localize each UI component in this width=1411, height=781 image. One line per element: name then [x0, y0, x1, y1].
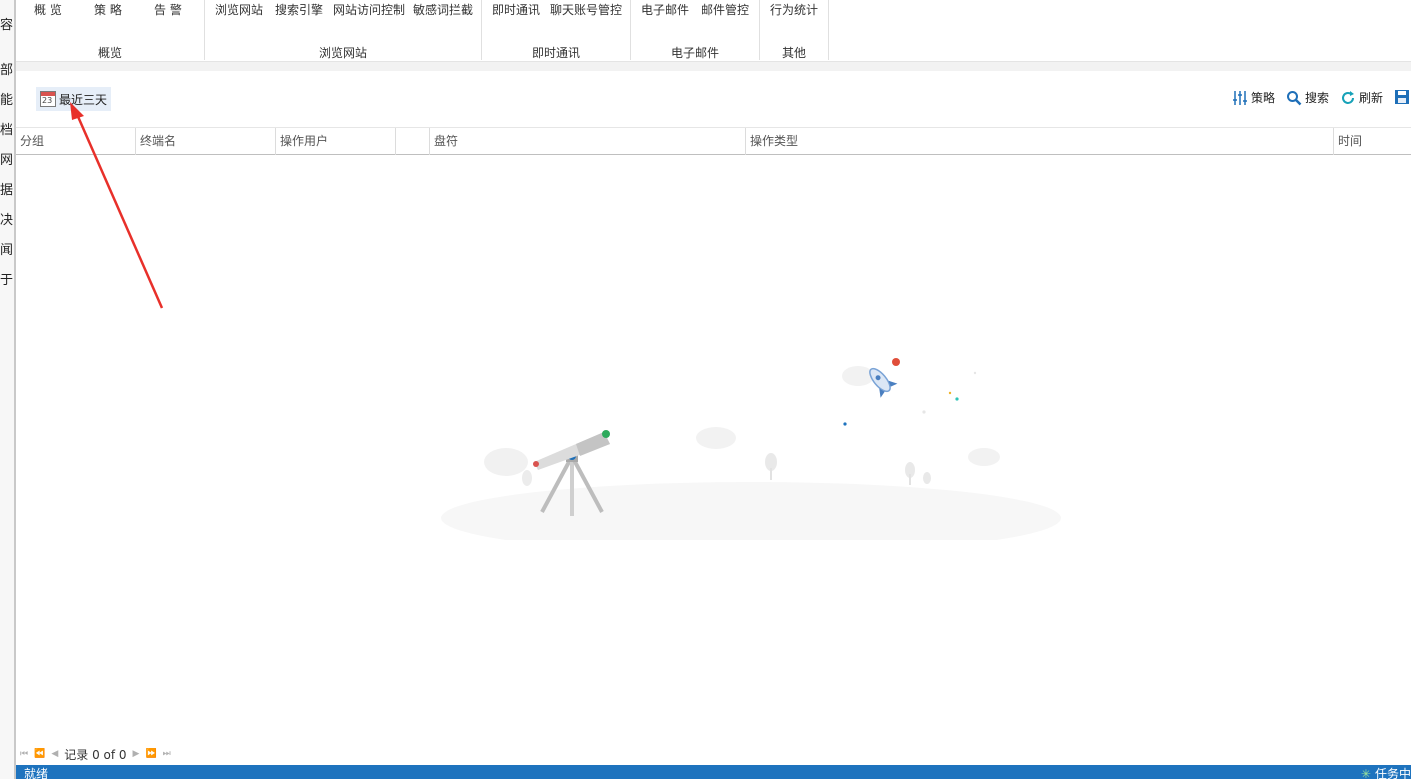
policy-button[interactable]: 策略 [1232, 89, 1275, 106]
left-edge-char: 能 [0, 93, 14, 108]
column-header-operation-type[interactable]: 操作类型 [746, 128, 1334, 155]
ribbon-browse-sites-button[interactable]: 浏览网站 [215, 1, 263, 18]
left-edge-char: 决 [0, 213, 14, 228]
left-edge-char: 于 [0, 273, 14, 288]
refresh-icon [1342, 90, 1354, 104]
date-range-button[interactable]: 23 最近三天 [36, 87, 112, 111]
next-block-icon[interactable]: ⏩ [145, 749, 156, 759]
column-header-operating-user[interactable]: 操作用户 [276, 128, 396, 155]
ribbon-group-im: 即时通讯 聊天账号管控 即时通讯 [482, 0, 631, 60]
search-button[interactable]: 搜索 [1286, 89, 1329, 106]
left-edge-char: 据 [0, 183, 14, 198]
column-header-drive-letter[interactable]: 盘符 [430, 128, 746, 155]
ribbon-group-other: 行为统计 其他 [760, 0, 829, 60]
ribbon-group-label: 其他 [781, 46, 806, 60]
empty-state-illustration [441, 358, 1061, 540]
ribbon-search-engine-button[interactable]: 搜索引擎 [275, 1, 323, 18]
previous-block-icon[interactable]: ⏪ [34, 749, 45, 759]
refresh-label: 刷新 [1359, 91, 1384, 105]
ribbon-group-email: 电子邮件 邮件管控 电子邮件 [631, 0, 760, 60]
previous-page-icon[interactable]: ◀ [51, 749, 58, 759]
ribbon-group-label: 电子邮件 [670, 46, 719, 60]
first-page-icon[interactable]: ⏮ [20, 749, 28, 759]
ribbon-alert-button[interactable]: 告 警 [154, 1, 182, 18]
save-icon [1395, 90, 1409, 104]
ribbon-im-button[interactable]: 即时通讯 [492, 1, 540, 18]
toolbar: 23 最近三天 策略 搜索 刷新 [16, 71, 1411, 127]
left-edge-char: 部 [0, 63, 14, 78]
left-edge-char: 容 [0, 18, 14, 33]
main-window: 概 览 策 略 告 警 概览 浏览网站 搜索引擎 网站访问控制 敏感词拦截 浏览… [16, 0, 1411, 781]
ribbon-overview-button[interactable]: 概 览 [34, 1, 62, 18]
ribbon-group-overview: 概 览 策 略 告 警 概览 [16, 0, 205, 60]
refresh-button[interactable]: 刷新 [1340, 89, 1383, 106]
policy-label: 策略 [1251, 91, 1276, 105]
ribbon-site-access-control-button[interactable]: 网站访问控制 [333, 1, 405, 18]
left-edge-panel: 容 部 能 档 网 据 决 闻 于 [0, 0, 16, 779]
ribbon-email-control-button[interactable]: 邮件管控 [701, 1, 749, 18]
ribbon-group-label: 即时通讯 [531, 46, 580, 60]
left-edge-char: 档 [0, 123, 14, 138]
ribbon-behavior-stats-button[interactable]: 行为统计 [770, 1, 818, 18]
column-header-time[interactable]: 时间 [1334, 128, 1411, 155]
export-button[interactable] [1394, 89, 1410, 105]
last-page-icon[interactable]: ⏭ [163, 749, 171, 759]
ribbon-group-label: 概览 [97, 46, 122, 60]
ribbon: 概 览 策 略 告 警 概览 浏览网站 搜索引擎 网站访问控制 敏感词拦截 浏览… [16, 0, 1411, 62]
ribbon-separator [16, 62, 1411, 71]
ribbon-group-browsing: 浏览网站 搜索引擎 网站访问控制 敏感词拦截 浏览网站 [205, 0, 482, 60]
date-range-label: 最近三天 [59, 92, 108, 107]
ribbon-sensitive-word-block-button[interactable]: 敏感词拦截 [413, 1, 473, 18]
status-bar: 就绪 ✳ 任务中 [16, 765, 1411, 781]
calendar-icon: 23 [40, 91, 56, 107]
column-header-blank[interactable] [396, 128, 430, 155]
column-header-terminal-name[interactable]: 终端名 [136, 128, 276, 155]
record-count: 记录 0 of 0 [64, 747, 127, 762]
left-edge-char: 网 [0, 153, 14, 168]
ribbon-chat-account-control-button[interactable]: 聊天账号管控 [550, 1, 622, 18]
ribbon-policy-button[interactable]: 策 略 [94, 1, 122, 18]
ribbon-group-label: 浏览网站 [318, 46, 367, 60]
left-edge-char: 闻 [0, 243, 14, 258]
sliders-icon [1233, 90, 1247, 105]
ribbon-email-button[interactable]: 电子邮件 [641, 1, 689, 18]
table-header: 分组 终端名 操作用户 盘符 操作类型 时间 [16, 127, 1411, 155]
pager: ⏮ ⏪ ◀ 记录 0 of 0 ▶ ⏩ ⏭ [16, 744, 171, 764]
column-header-group[interactable]: 分组 [16, 128, 136, 155]
search-icon [1287, 90, 1302, 105]
next-page-icon[interactable]: ▶ [133, 749, 140, 759]
search-label: 搜索 [1305, 91, 1330, 105]
